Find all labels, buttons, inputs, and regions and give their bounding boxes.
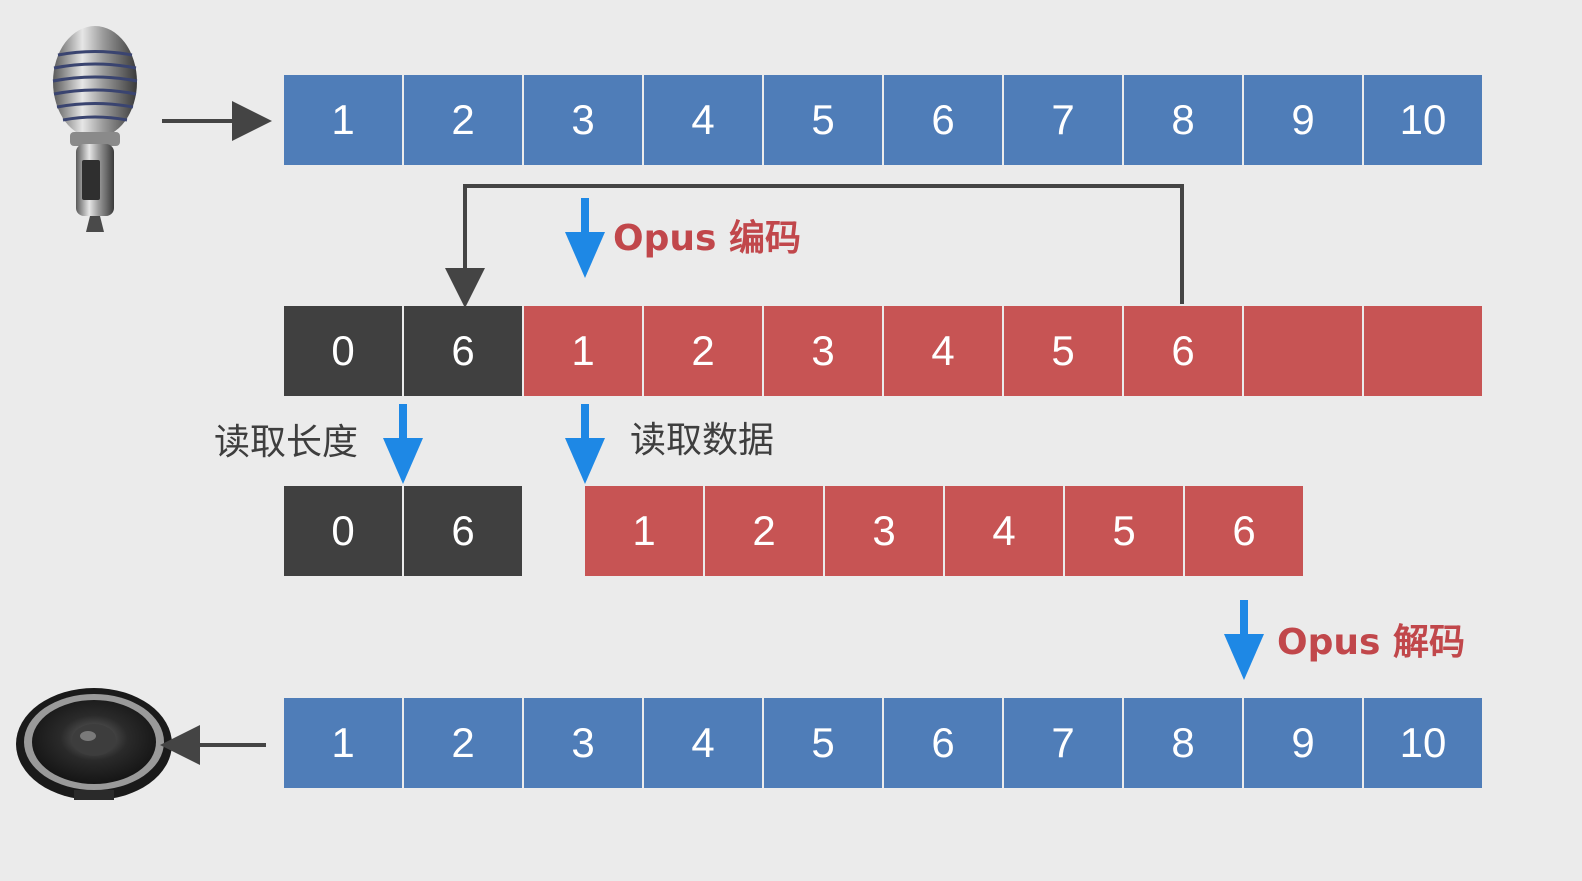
input-frame-cell: 3 [524,75,642,165]
input-frame-cell: 10 [1364,75,1482,165]
output-frame-cell: 7 [1004,698,1122,788]
read-length-label: 读取长度 [214,422,359,463]
encoded-data-cell: 2 [644,306,762,396]
encoded-data-cell: 4 [884,306,1002,396]
output-frame-cell: 1 [284,698,402,788]
output-frame-cell: 9 [1244,698,1362,788]
input-frame-row: 1 2 3 4 5 6 7 8 9 10 [284,75,1482,165]
input-frame-cell: 5 [764,75,882,165]
read-data-label: 读取数据 [630,420,775,461]
output-frame-row: 1 2 3 4 5 6 7 8 9 10 [284,698,1482,788]
encoded-data-cell: 1 [524,306,642,396]
output-frame-cell: 2 [404,698,522,788]
decode-label: Opus 解码 [1277,622,1465,663]
encoded-data-cell [1244,306,1362,396]
read-data-cell: 1 [585,486,703,576]
input-frame-cell: 1 [284,75,402,165]
read-data-row: 1 2 3 4 5 6 [585,486,1303,576]
output-frame-cell: 4 [644,698,762,788]
output-frame-cell: 6 [884,698,1002,788]
decode-flow-arrow [1224,600,1264,680]
input-frame-cell: 8 [1124,75,1242,165]
read-data-flow-arrow [565,404,605,484]
read-length-row: 0 6 [284,486,522,576]
read-length-cell: 0 [284,486,402,576]
read-length-cell: 6 [404,486,522,576]
output-frame-cell: 10 [1364,698,1482,788]
output-frame-cell: 5 [764,698,882,788]
read-data-cell: 2 [705,486,823,576]
encoded-data-cell: 6 [1124,306,1242,396]
input-frame-cell: 6 [884,75,1002,165]
input-frame-cell: 7 [1004,75,1122,165]
encoded-data-cell: 5 [1004,306,1122,396]
output-frame-cell: 8 [1124,698,1242,788]
length-header-cell: 0 [284,306,402,396]
encoded-buffer-row: 0 6 1 2 3 4 5 6 [284,306,1482,396]
read-data-cell: 4 [945,486,1063,576]
read-length-flow-arrow [383,404,423,484]
length-header-cell: 6 [404,306,522,396]
input-frame-cell: 9 [1244,75,1362,165]
read-data-cell: 5 [1065,486,1183,576]
encoded-data-cell: 3 [764,306,882,396]
output-frame-cell: 3 [524,698,642,788]
encode-flow-arrow [565,198,605,278]
encoded-data-cell [1364,306,1482,396]
read-data-cell: 3 [825,486,943,576]
encode-label: Opus 编码 [613,218,801,259]
input-frame-cell: 4 [644,75,762,165]
read-data-cell: 6 [1185,486,1303,576]
input-frame-cell: 2 [404,75,522,165]
